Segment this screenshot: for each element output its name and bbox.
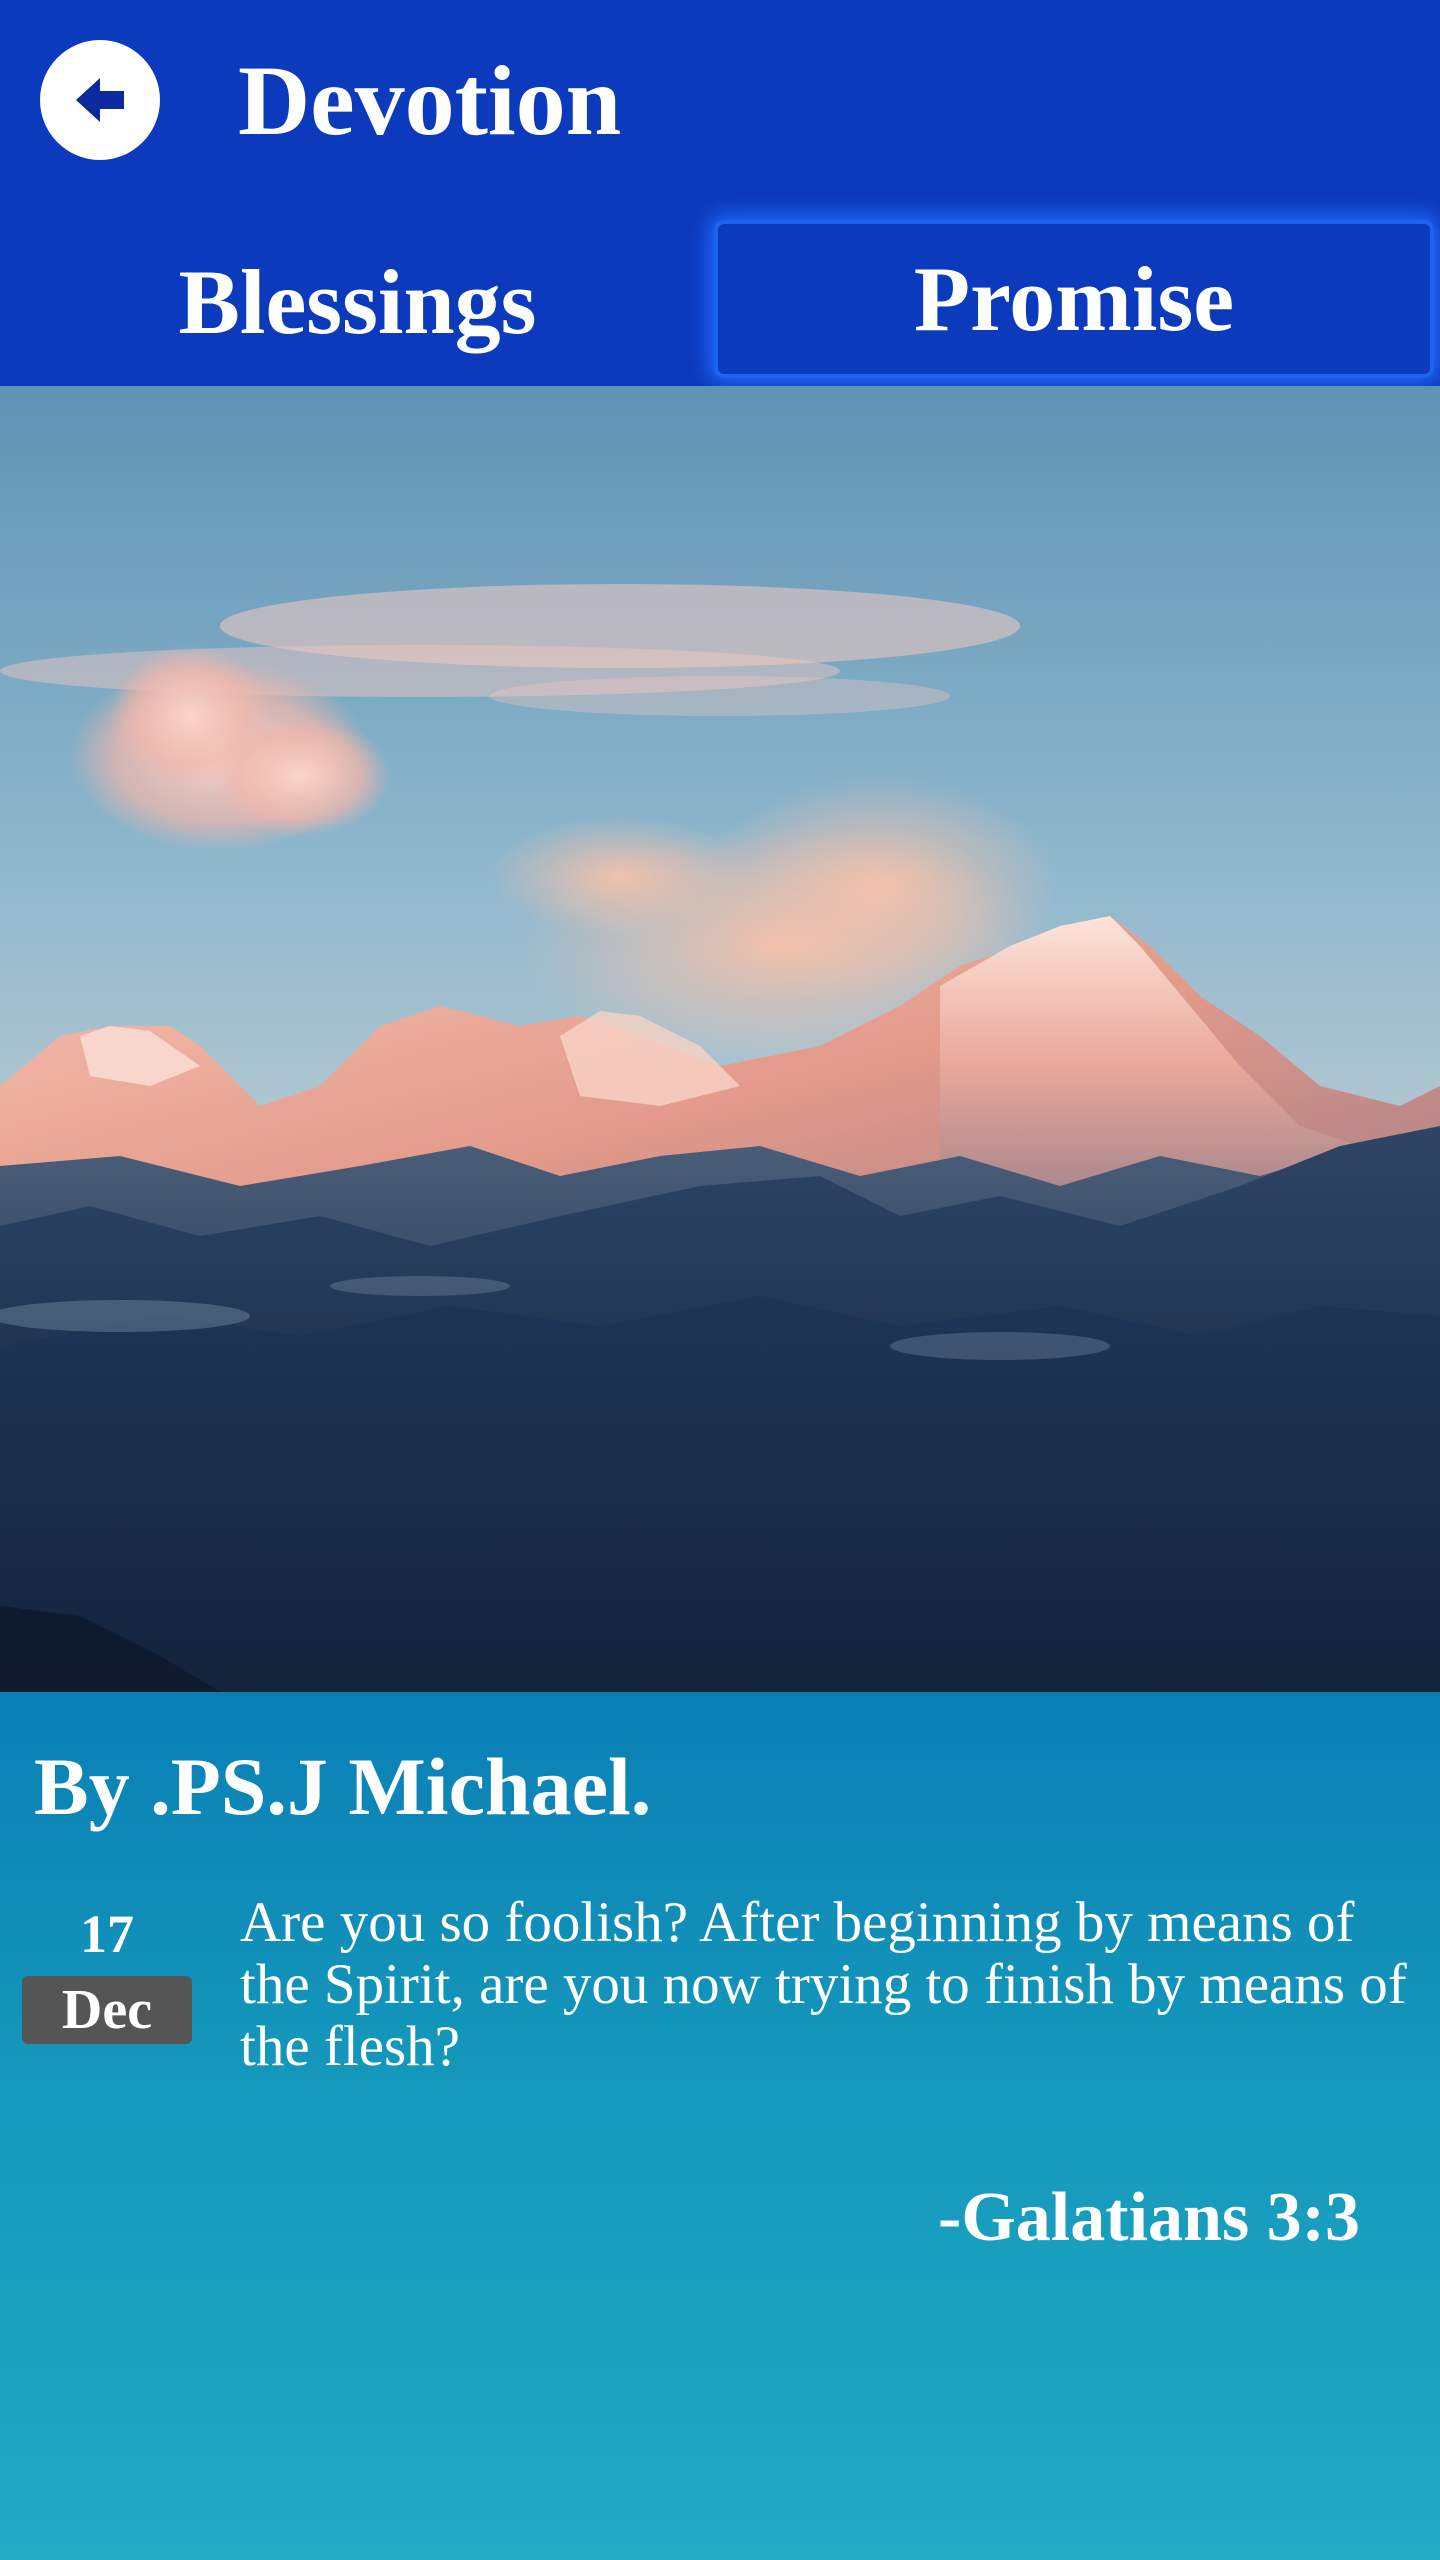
author-name: By .PS.J Michael.	[34, 1741, 652, 1832]
back-button[interactable]	[40, 40, 160, 160]
tab-promise[interactable]: Promise	[714, 220, 1434, 378]
verse-reference: -Galatians 3:3	[938, 2179, 1360, 2256]
mountain-landscape-image	[0, 386, 1440, 1692]
tab-blessings[interactable]: Blessings	[0, 222, 715, 382]
arrow-left-icon	[76, 78, 124, 122]
verse-text: Are you so foolish? After beginning by m…	[240, 1891, 1407, 2078]
date-month-badge: Dec	[22, 1976, 192, 2044]
page-title: Devotion	[238, 45, 622, 156]
devotion-card: By .PS.J Michael. 17 Dec Are you so fool…	[0, 1692, 1440, 2560]
date-day: 17	[80, 1904, 134, 1964]
app-bar: Devotion Blessings Promise	[0, 0, 1440, 386]
